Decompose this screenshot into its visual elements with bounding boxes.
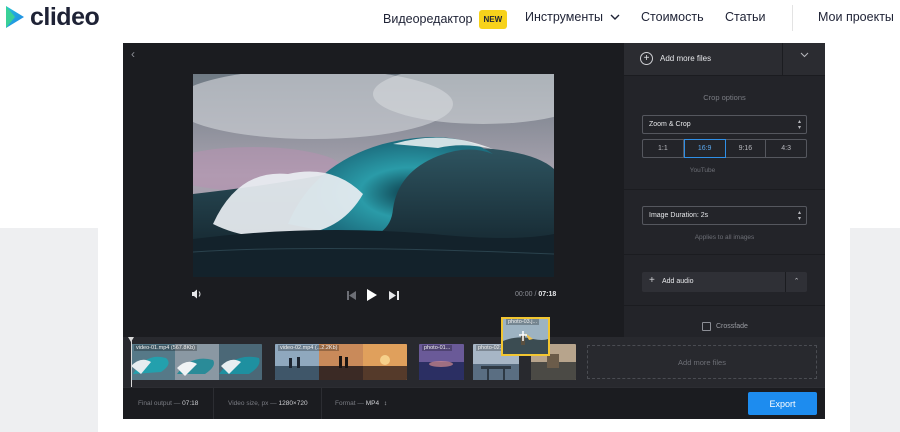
playhead-handle[interactable] — [128, 337, 134, 342]
nav-tools-label: Инструменты — [525, 10, 603, 24]
total-duration: 07:18 — [538, 291, 557, 298]
nav-pricing[interactable]: Стоимость — [641, 10, 704, 25]
nav-articles[interactable]: Статьи — [725, 10, 766, 25]
play-icon[interactable] — [367, 289, 377, 301]
ratio-hint: YouTube — [689, 167, 716, 174]
clip-label: photo-01... — [422, 345, 453, 351]
image-duration-select[interactable]: Image Duration: 2s ▴ ▾ — [642, 206, 807, 225]
aspect-ratio-group: 1:1 16:9 9:16 4:3 — [642, 139, 807, 158]
footer-separator — [213, 388, 214, 419]
ratio-option[interactable]: 9:16 — [726, 140, 767, 157]
nav-my-projects[interactable]: Мои проекты — [818, 10, 894, 25]
new-badge: NEW — [478, 10, 508, 29]
select-arrows-icon: ▴ ▾ — [797, 119, 801, 131]
options-panel: + Add more files Crop options Zoom & Cro… — [624, 43, 825, 337]
editor-footer: Final output — 07:18 Video size, px — 12… — [123, 387, 825, 419]
crossfade-checkbox[interactable] — [702, 322, 711, 331]
timeline-add-more-files[interactable]: Add more files — [587, 345, 817, 379]
ratio-option[interactable]: 1:1 — [643, 140, 684, 157]
final-output-label: Final output — — [138, 400, 181, 407]
final-output: Final output — 07:18 — [138, 400, 198, 407]
add-more-files-bar: + Add more files — [624, 43, 825, 76]
nav-tools[interactable]: Инструменты — [525, 10, 620, 25]
preview-wave-image — [193, 74, 554, 277]
select-arrows-icon: ▴ ▾ — [797, 210, 801, 222]
image-duration-hint: Applies to all images — [694, 234, 755, 241]
video-preview — [193, 74, 554, 277]
clideo-logo-icon — [6, 6, 24, 28]
panel-separator — [624, 305, 825, 306]
logo-text: clideo — [30, 3, 100, 31]
crop-options-title: Crop options — [703, 93, 746, 102]
clip-label: video-02.mp4 (...2.2Kb) — [278, 345, 340, 351]
ratio-option[interactable]: 4:3 — [766, 140, 806, 157]
time-separator: / — [534, 291, 537, 298]
dropdown-divider — [782, 43, 783, 76]
previous-icon[interactable] — [347, 291, 357, 300]
volume-icon[interactable] — [191, 288, 203, 300]
current-time: 00:00 — [515, 291, 533, 298]
ratio-option-selected[interactable]: 16:9 — [683, 139, 726, 158]
add-audio-button[interactable]: + Add audio ⌃ — [642, 272, 807, 292]
plus-circle-icon: + — [640, 52, 653, 65]
add-audio-label: Add audio — [662, 278, 694, 285]
timeline-clip[interactable]: video-02.mp4 (...2.2Kb) — [275, 344, 407, 380]
video-size-label: Video size, px — — [228, 400, 277, 407]
playback-time: 00:00 / 07:18 — [515, 291, 556, 298]
image-duration-value: Image Duration: 2s — [649, 212, 709, 219]
video-editor: ‹ 00:00 / 07:18 + Add more files Crop op… — [123, 43, 825, 419]
video-size: Video size, px — 1280×720 — [228, 400, 308, 407]
player-controls: 00:00 / 07:18 — [123, 288, 623, 304]
timeline-clip[interactable]: video-01.mp4 (567.8Kb) — [131, 344, 262, 380]
nav-video-editor[interactable]: Видеоредактор NEW — [383, 10, 508, 29]
footer-separator — [321, 388, 322, 419]
nav-my-projects-label: Мои проекты — [818, 10, 894, 24]
crop-mode-select[interactable]: Zoom & Crop ▴ ▾ — [642, 115, 807, 134]
final-output-value: 07:18 — [182, 400, 199, 407]
add-more-files-label: Add more files — [660, 54, 712, 63]
site-header: clideo Видеоредактор NEW Инструменты Сто… — [0, 0, 900, 36]
dragging-clip-label: photo-03.j... — [506, 319, 540, 325]
format-value: MP4 — [365, 400, 380, 407]
format-label: Format — — [335, 400, 364, 407]
crossfade-toggle[interactable]: Crossfade — [702, 322, 748, 331]
select-arrows-icon: ↕ — [383, 400, 388, 407]
nav-articles-label: Статьи — [725, 10, 766, 24]
logo[interactable]: clideo — [4, 3, 100, 31]
format-select[interactable]: Format — MP4 ↕ — [335, 400, 387, 407]
panel-separator — [624, 189, 825, 190]
crop-mode-value: Zoom & Crop — [649, 121, 691, 128]
next-icon[interactable] — [389, 291, 399, 300]
export-button[interactable]: Export — [748, 392, 817, 415]
nav-divider — [792, 5, 793, 31]
crossfade-label: Crossfade — [716, 323, 748, 330]
panel-separator — [624, 254, 825, 255]
add-more-files-button[interactable]: + Add more files — [640, 52, 711, 65]
plus-icon: + — [649, 275, 655, 286]
playhead[interactable] — [131, 337, 132, 387]
dragging-clip[interactable]: photo-03.j... — [501, 317, 550, 356]
chevron-up-icon[interactable]: ⌃ — [785, 272, 807, 292]
timeline-clip[interactable]: photo-01... — [419, 344, 464, 380]
back-arrow-icon[interactable]: ‹ — [131, 47, 135, 61]
video-size-value: 1280×720 — [278, 400, 308, 407]
timeline: video-01.mp4 (567.8Kb) video-02.mp4 (...… — [123, 337, 825, 387]
chevron-down-icon — [610, 14, 620, 20]
chevron-down-icon[interactable] — [800, 52, 809, 58]
clip-label: video-01.mp4 (567.8Kb) — [134, 345, 198, 351]
nav-pricing-label: Стоимость — [641, 10, 704, 24]
nav-video-editor-label: Видеоредактор — [383, 12, 473, 26]
